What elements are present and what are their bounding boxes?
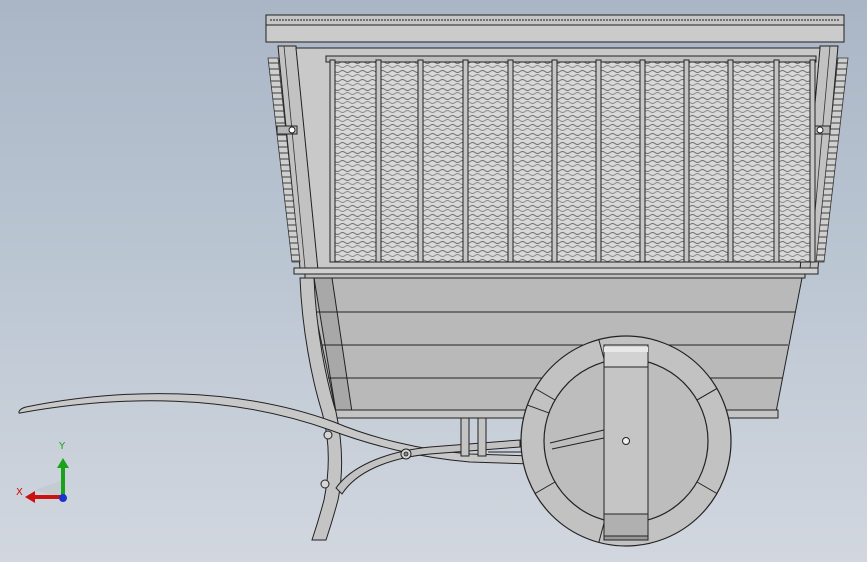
roof-panel: [265, 14, 845, 43]
mesh-upright: [809, 59, 816, 263]
mesh-upright: [727, 59, 734, 263]
mesh-upright: [683, 59, 690, 263]
body-top-rail: [293, 267, 819, 279]
mesh-upright: [375, 59, 382, 263]
mesh-upright: [417, 59, 424, 263]
mesh-upright: [595, 59, 602, 263]
mesh-upright: [639, 59, 646, 263]
wheel-hub-block: [603, 344, 649, 541]
canopy-mesh-panel: [295, 47, 821, 271]
mesh-upright: [329, 59, 336, 263]
3d-viewport[interactable]: Y X: [0, 0, 867, 562]
mesh-upright: [773, 59, 780, 263]
brace-strut: [335, 439, 521, 495]
mesh-upright: [462, 59, 469, 263]
mesh-upright: [507, 59, 514, 263]
y-axis-arrow-icon: [57, 458, 69, 468]
mesh-upright: [551, 59, 558, 263]
cart-model: [18, 14, 849, 547]
axis-y-label: Y: [59, 441, 66, 452]
coordinate-triad: [25, 458, 69, 503]
z-axis-dot-icon: [59, 494, 67, 502]
x-axis-arrow-icon: [25, 491, 35, 503]
axis-x-label: X: [16, 487, 23, 498]
